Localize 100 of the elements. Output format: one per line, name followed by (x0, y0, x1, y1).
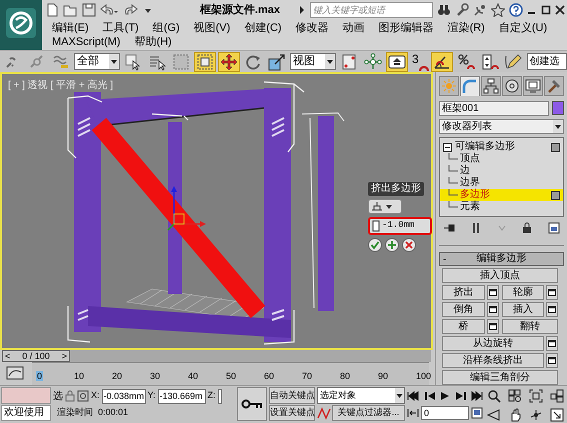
menu-item[interactable]: 组(G) (152, 21, 180, 35)
absolute-mode-icon[interactable] (77, 390, 89, 402)
next-frame-arrow[interactable]: > (62, 351, 67, 361)
menu-item[interactable]: 渲染(R) (448, 21, 485, 35)
menu-item[interactable]: MAXScript(M) (52, 35, 120, 49)
settings-box-icon[interactable] (546, 353, 558, 368)
rollout-header[interactable]: - 编辑多边形 (439, 252, 564, 266)
current-frame-field[interactable]: 0 (421, 406, 469, 420)
apply-plus-icon[interactable] (385, 238, 399, 252)
extrusion-height-field[interactable]: -1.0mm (368, 217, 432, 235)
auto-key-button[interactable]: 自动关键点 (269, 387, 315, 404)
rollout-button[interactable]: 从边旋转 (442, 336, 544, 351)
command-panel-tab[interactable] (502, 76, 522, 96)
settings-box-icon[interactable] (546, 302, 558, 317)
menu-item[interactable]: 帮助(H) (134, 35, 172, 49)
new-file-icon[interactable] (45, 3, 59, 17)
rollout-button[interactable]: 挤出 (442, 285, 484, 300)
menu-item[interactable]: 创建(C) (244, 21, 282, 35)
menu-item[interactable]: 编辑(E) (52, 21, 89, 35)
extrusion-type-dropdown[interactable] (368, 199, 402, 214)
next-frame-icon[interactable] (454, 390, 466, 400)
ok-icon[interactable] (368, 238, 382, 252)
pin-icon[interactable] (443, 222, 455, 234)
settings-box-icon[interactable] (486, 285, 498, 300)
zoom-icon[interactable] (487, 389, 502, 404)
node-graph-tool-button[interactable] (362, 52, 384, 72)
snap-toggle[interactable]: 3 (410, 52, 429, 72)
previous-frame-arrow[interactable]: < (5, 351, 10, 361)
previous-frame-icon[interactable] (424, 390, 436, 400)
collapse-icon[interactable] (443, 142, 452, 152)
lock-icon[interactable] (65, 390, 75, 402)
menu-item[interactable]: 视图(V) (194, 21, 230, 35)
stack-item[interactable]: 可编辑多边形 (455, 141, 548, 153)
maximize-icon[interactable] (541, 3, 551, 17)
track-bar[interactable]: 0 10 20 30 40 50 60 70 80 90 100 (32, 362, 429, 385)
rollout-button[interactable]: 沿样条线挤出 (442, 353, 544, 368)
go-to-start-icon[interactable] (407, 390, 419, 400)
zoom-extents-all-icon[interactable] (550, 389, 564, 404)
set-key-mode-button[interactable]: 设置关键点 (269, 405, 315, 421)
maximize-viewport-icon[interactable] (550, 408, 564, 422)
sub-object-item[interactable]: 边界 (440, 177, 563, 189)
sub-object-item[interactable]: 顶点 (440, 153, 563, 165)
rollout-button[interactable]: 编辑三角剖分 (442, 370, 558, 385)
dropdown[interactable]: 视图 (290, 53, 336, 70)
viewport[interactable]: [ + ] 透视 [ 平滑 + 高光 ] 挤出多边形 -1.0mm (0, 72, 433, 350)
window-crossing-tool-button[interactable] (194, 52, 216, 72)
command-panel-tab[interactable] (523, 76, 543, 96)
settings-box-icon[interactable] (546, 285, 558, 300)
time-slider[interactable]: < 0 / 100 > (2, 350, 431, 362)
close-icon[interactable] (555, 3, 565, 17)
search-field[interactable]: 键入关键字或短语 (310, 2, 433, 18)
field-of-view-icon[interactable] (487, 408, 502, 422)
go-to-end-icon[interactable] (471, 390, 483, 400)
app-logo-icon[interactable] (0, 0, 42, 50)
object-name-field[interactable]: 框架001 (439, 101, 549, 116)
configure-sets-icon[interactable] (548, 222, 560, 234)
rollout-button[interactable]: 桥 (442, 319, 484, 334)
tangent-curve-icon[interactable] (317, 405, 331, 421)
sub-object-item[interactable]: 元素 (440, 201, 563, 213)
show-end-result-icon[interactable] (470, 222, 481, 234)
time-configuration-icon[interactable] (471, 406, 483, 418)
maxscript-listener-field[interactable] (1, 387, 51, 404)
settings-box-icon[interactable] (486, 302, 498, 317)
sub-object-item[interactable]: 多边形 (440, 189, 563, 201)
undo-icon[interactable] (100, 3, 118, 17)
transform-gizmo-icon[interactable] (167, 186, 206, 231)
curve-editor-icon[interactable] (6, 365, 24, 381)
status-prompt-field[interactable]: 欢迎使用 (1, 405, 51, 421)
menu-item[interactable]: 自定义(U) (498, 21, 548, 35)
z-coordinate-field[interactable] (218, 388, 222, 404)
star-icon[interactable] (491, 3, 505, 17)
x-coordinate-field[interactable]: -0.038mm (102, 388, 146, 404)
key-mode-dropdown[interactable]: 选定对象 (317, 387, 405, 404)
orbit-icon[interactable] (528, 408, 543, 422)
cancel-icon[interactable] (402, 238, 416, 252)
rollout-button[interactable]: 倒角 (442, 302, 484, 317)
angle-snap-tool-button[interactable] (430, 52, 453, 72)
keyboard-shortcut-tool-button[interactable] (386, 52, 408, 72)
modifier-list-dropdown[interactable]: 修改器列表 (439, 119, 564, 134)
collapse-sign[interactable]: - (443, 252, 463, 266)
menu-item[interactable]: 工具(T) (102, 21, 139, 35)
rollout-button[interactable]: 插入顶点 (442, 268, 558, 283)
menu-item[interactable]: 图形编辑器 (378, 21, 434, 35)
redo-icon[interactable] (122, 3, 140, 17)
wrench-icon[interactable] (455, 3, 469, 17)
dropdown[interactable]: 全部 (74, 53, 120, 70)
open-folder-icon[interactable] (63, 3, 78, 17)
play-icon[interactable] (440, 390, 450, 400)
help-icon[interactable] (509, 3, 523, 17)
command-panel-tab[interactable] (481, 76, 501, 96)
zoom-extents-icon[interactable] (528, 389, 543, 404)
object-color-swatch[interactable] (552, 101, 564, 115)
save-icon[interactable] (82, 3, 96, 17)
rollout-button[interactable]: 插入 (502, 302, 544, 317)
move-tool-button[interactable] (218, 52, 240, 72)
key-mode-toggle-icon[interactable] (407, 408, 419, 418)
menu-item[interactable]: 动画 (342, 21, 365, 35)
menu-item[interactable]: 修改器 (296, 21, 329, 35)
set-key-button[interactable] (237, 387, 267, 421)
selection-set-field[interactable]: 创建选 (526, 53, 567, 70)
